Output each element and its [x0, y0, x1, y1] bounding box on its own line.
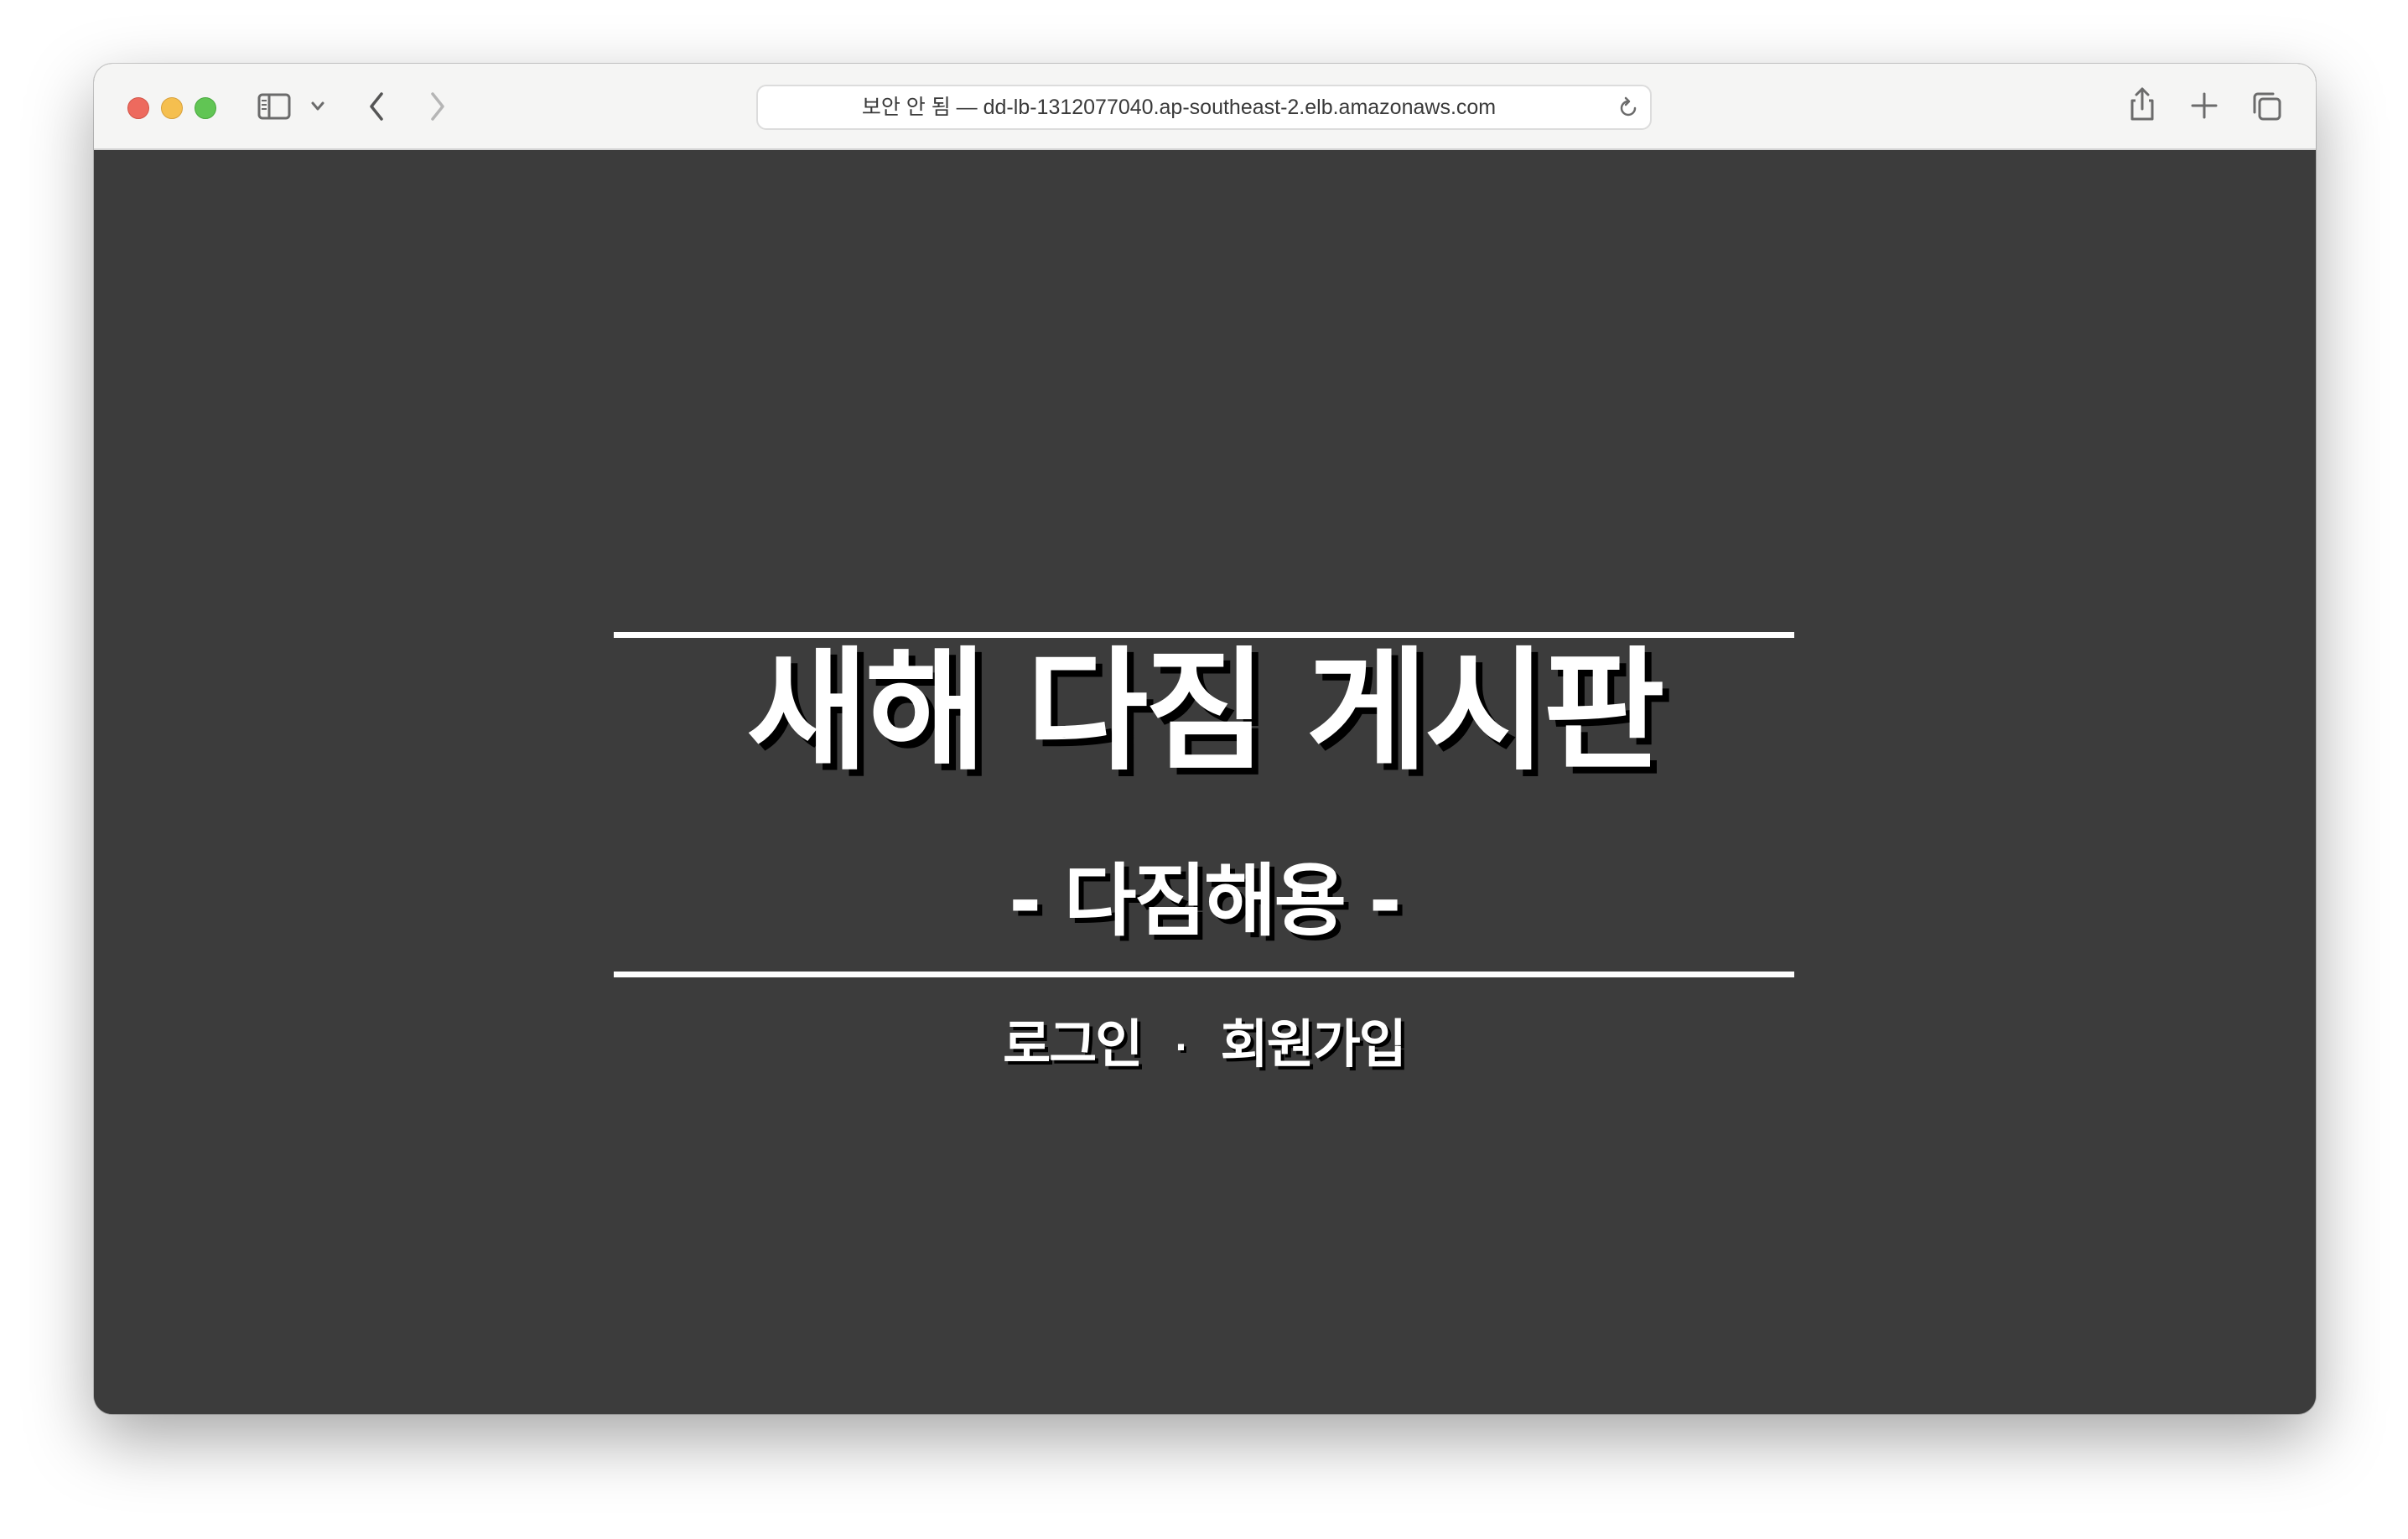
- bottom-divider: [614, 972, 1794, 977]
- login-link[interactable]: 로그인: [1003, 1013, 1143, 1075]
- address-bar[interactable]: 보안 안 됨 — dd-lb-1312077040.ap-southeast-2…: [756, 85, 1652, 130]
- signup-link[interactable]: 회원가입: [1221, 1013, 1407, 1075]
- address-text[interactable]: 보안 안 됨 — dd-lb-1312077040.ap-southeast-2…: [758, 86, 1600, 128]
- page-title: 새해 다짐 게시판: [746, 635, 1665, 789]
- maximize-button[interactable]: [195, 97, 216, 119]
- back-icon[interactable]: [366, 91, 387, 127]
- new-tab-icon[interactable]: [2190, 91, 2219, 124]
- forward-icon[interactable]: [428, 91, 448, 127]
- link-separator: ·: [1174, 1028, 1188, 1067]
- reload-icon[interactable]: [1617, 96, 1640, 124]
- minimize-button[interactable]: [161, 97, 183, 119]
- auth-links: 로그인 · 회원가입: [614, 1007, 1794, 1086]
- tab-overview-icon[interactable]: [2251, 91, 2283, 127]
- browser-toolbar: 보안 안 됨 — dd-lb-1312077040.ap-southeast-2…: [94, 64, 2316, 150]
- page-subtitle: - 다짐해용 -: [1009, 856, 1401, 947]
- sidebar-icon[interactable]: [257, 93, 291, 124]
- browser-window: 보안 안 됨 — dd-lb-1312077040.ap-southeast-2…: [94, 64, 2316, 1414]
- share-icon[interactable]: [2127, 86, 2157, 127]
- close-button[interactable]: [127, 97, 149, 119]
- page-content: 새해 다짐 게시판 - 다짐해용 - 로그인 · 회원가입: [94, 150, 2316, 1414]
- chevron-down-icon[interactable]: [310, 101, 325, 117]
